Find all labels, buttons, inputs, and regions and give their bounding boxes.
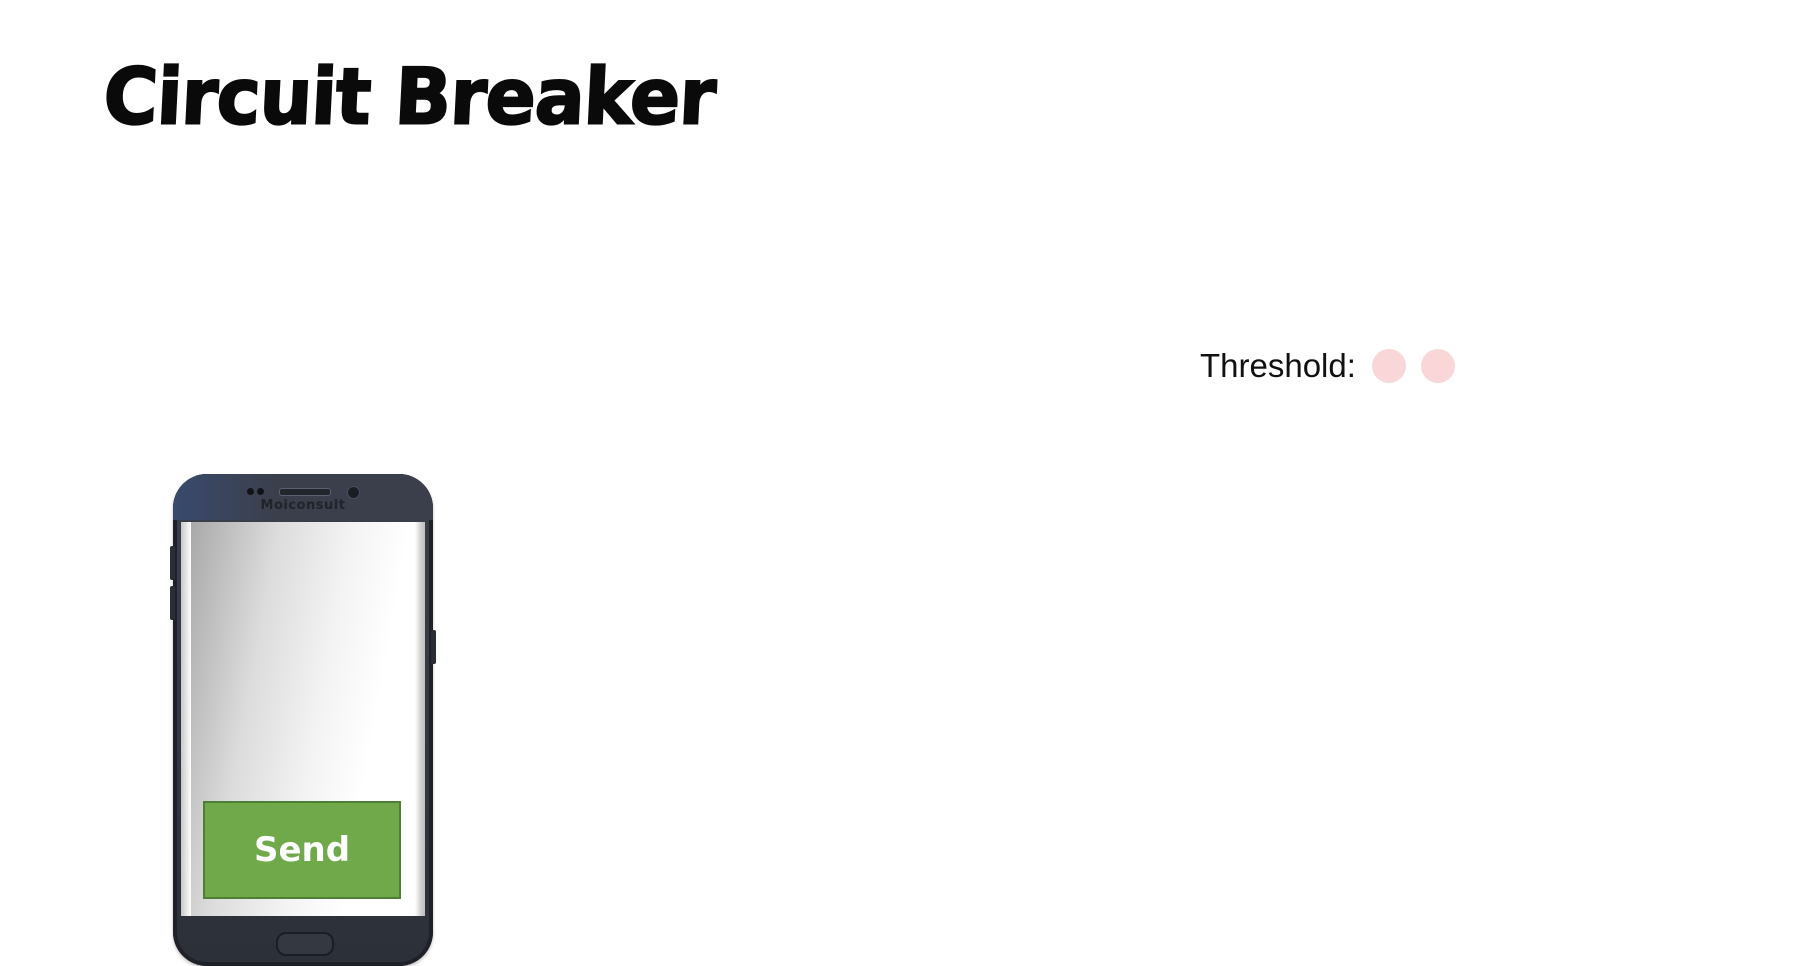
threshold-label: Threshold: xyxy=(1200,347,1356,384)
threshold-dot xyxy=(1420,349,1455,383)
send-button[interactable]: Send xyxy=(203,801,401,899)
phone-brand: Moiconsult xyxy=(260,498,346,513)
page-title: Circuit Breaker xyxy=(100,51,718,143)
phone-sensor xyxy=(247,488,254,495)
phone-top-bezel: Moiconsult xyxy=(173,474,433,520)
screen-edge xyxy=(415,522,425,916)
phone-speaker xyxy=(279,488,331,496)
page: Circuit Breaker Threshold: Moiconsult Se… xyxy=(0,0,1806,966)
threshold-dot xyxy=(1371,349,1406,383)
phone-power-key xyxy=(431,630,436,664)
phone-sensor xyxy=(257,488,264,495)
phone-volume-key xyxy=(170,546,175,580)
screen-edge xyxy=(181,522,191,916)
threshold-dots xyxy=(1371,349,1455,383)
phone-home-button xyxy=(276,932,334,956)
threshold-indicator: Threshold: xyxy=(1200,347,1455,385)
phone-mockup: Moiconsult Send xyxy=(170,474,436,966)
phone-volume-key xyxy=(170,586,175,620)
